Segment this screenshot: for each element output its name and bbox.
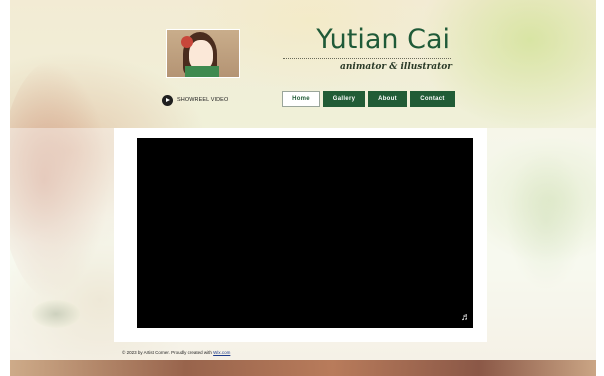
- nav-about[interactable]: About: [368, 91, 407, 107]
- footer-art-strip: [10, 360, 596, 376]
- footer-copyright-text: © 2023 by Artist Corner. Proudly created…: [122, 350, 214, 355]
- avatar-bow: [181, 36, 193, 48]
- music-note-icon[interactable]: ♬: [461, 313, 471, 323]
- main-nav: Home Gallery About Contact: [282, 91, 455, 107]
- title-divider: [283, 58, 451, 59]
- site-title[interactable]: Yutian Cai: [300, 24, 450, 56]
- site-tagline: animator & illustrator: [340, 62, 452, 72]
- nav-home[interactable]: Home: [282, 91, 320, 107]
- footer-copyright: © 2023 by Artist Corner. Proudly created…: [122, 350, 230, 355]
- showreel-video-player[interactable]: [137, 138, 473, 328]
- play-icon[interactable]: [162, 94, 173, 106]
- header-band: [10, 0, 596, 128]
- footer-wix-link[interactable]: Wix.com: [213, 350, 230, 355]
- avatar[interactable]: [166, 29, 240, 78]
- showreel-link[interactable]: SHOWREEL VIDEO: [162, 93, 228, 107]
- nav-gallery[interactable]: Gallery: [323, 91, 365, 107]
- nav-contact[interactable]: Contact: [410, 91, 455, 107]
- showreel-label[interactable]: SHOWREEL VIDEO: [177, 97, 228, 103]
- avatar-scarf: [185, 66, 219, 77]
